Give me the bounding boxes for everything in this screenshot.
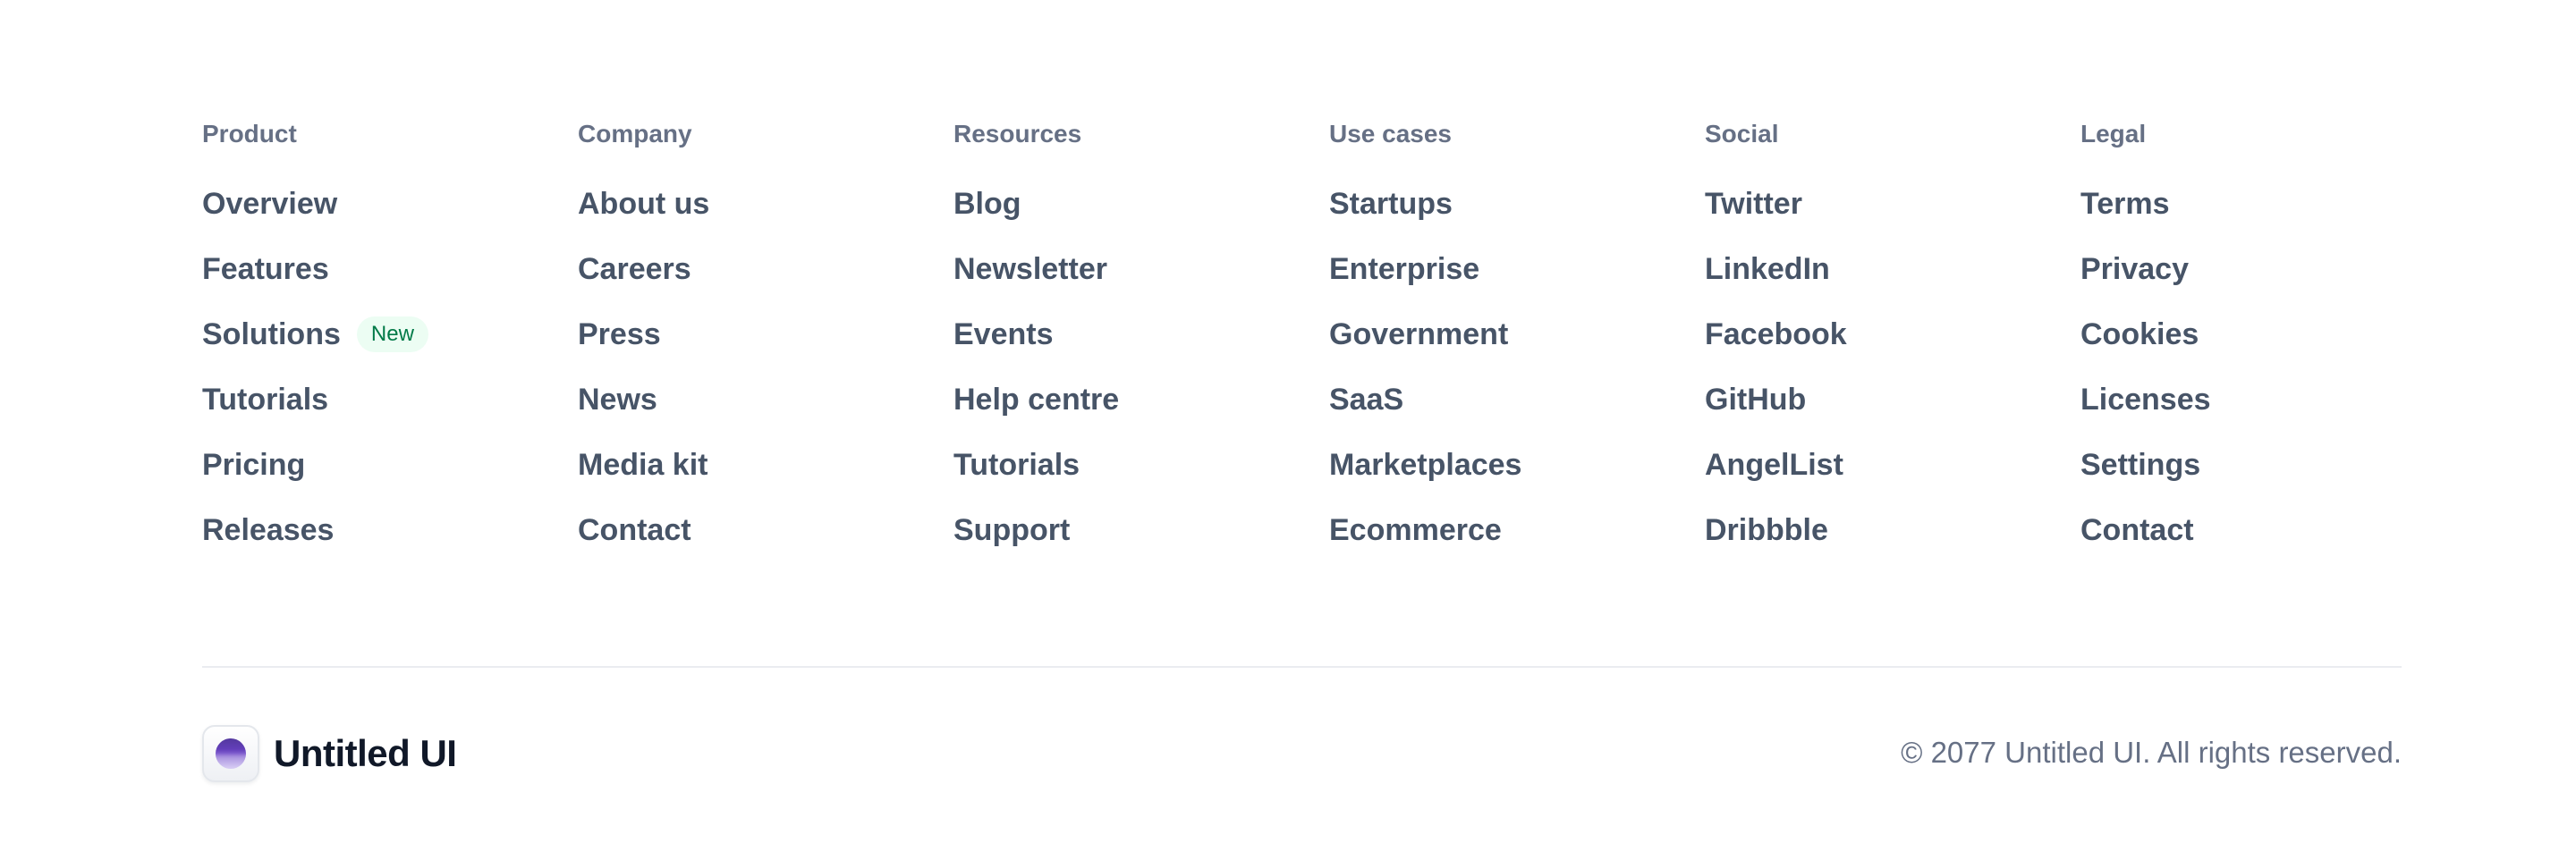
brand-home-link[interactable]: Untitled UI <box>202 723 457 784</box>
new-badge: New <box>356 316 428 352</box>
list-item: LinkedIn <box>1705 249 2080 315</box>
list-item: Tutorials <box>202 380 578 445</box>
footer-nav: Product Overview Features Solutions New T… <box>202 118 2456 576</box>
list-item: Enterprise <box>1329 249 1705 315</box>
logo-icon <box>202 725 259 782</box>
site-footer: Product Overview Features Solutions New T… <box>0 0 2576 860</box>
list-item: Twitter <box>1705 184 2080 249</box>
list-item: Government <box>1329 315 1705 380</box>
footer-column-company: Company About us Careers Press News Medi… <box>578 118 953 576</box>
brand-name: Untitled UI <box>274 732 457 774</box>
footer-link-overview[interactable]: Overview <box>202 184 337 223</box>
list-item: News <box>578 380 953 445</box>
footer-link-linkedin[interactable]: LinkedIn <box>1705 249 1830 289</box>
footer-link-press[interactable]: Press <box>578 315 661 354</box>
footer-link-contact[interactable]: Contact <box>578 510 691 550</box>
footer-link-tutorials[interactable]: Tutorials <box>202 380 328 419</box>
copyright-text: © 2077 Untitled UI. All rights reserved. <box>1901 736 2402 769</box>
footer-link-support[interactable]: Support <box>953 510 1070 550</box>
list-item: About us <box>578 184 953 249</box>
list-item: Tutorials <box>953 445 1329 510</box>
footer-link-marketplaces[interactable]: Marketplaces <box>1329 445 1521 485</box>
list-item: GitHub <box>1705 380 2080 445</box>
footer-column-product: Product Overview Features Solutions New T… <box>202 118 578 576</box>
list-item: Support <box>953 510 1329 576</box>
link-list: Startups Enterprise Government SaaS Mark… <box>1329 184 1705 576</box>
footer-link-help-centre[interactable]: Help centre <box>953 380 1119 419</box>
footer-link-enterprise[interactable]: Enterprise <box>1329 249 1479 289</box>
footer-column-resources: Resources Blog Newsletter Events Help ce… <box>953 118 1329 576</box>
list-item: Releases <box>202 510 578 576</box>
footer-link-solutions[interactable]: Solutions <box>202 315 341 354</box>
list-item: Terms <box>2080 184 2456 249</box>
list-item: SaaS <box>1329 380 1705 445</box>
footer-link-cookies[interactable]: Cookies <box>2080 315 2199 354</box>
footer-link-privacy[interactable]: Privacy <box>2080 249 2189 289</box>
footer-link-dribbble[interactable]: Dribbble <box>1705 510 1828 550</box>
footer-column-legal: Legal Terms Privacy Cookies Licenses Set… <box>2080 118 2456 576</box>
link-list: About us Careers Press News Media kit Co… <box>578 184 953 576</box>
column-heading: Resources <box>953 120 1082 148</box>
list-item: Blog <box>953 184 1329 249</box>
footer-link-news[interactable]: News <box>578 380 657 419</box>
footer-link-facebook[interactable]: Facebook <box>1705 315 1847 354</box>
footer-link-blog[interactable]: Blog <box>953 184 1021 223</box>
purple-orb-logo-icon <box>216 738 246 769</box>
link-list: Overview Features Solutions New Tutorials… <box>202 184 578 576</box>
link-list: Twitter LinkedIn Facebook GitHub AngelLi… <box>1705 184 2080 576</box>
footer-link-pricing[interactable]: Pricing <box>202 445 305 485</box>
list-item: Privacy <box>2080 249 2456 315</box>
footer-column-social: Social Twitter LinkedIn Facebook GitHub … <box>1705 118 2080 576</box>
link-list: Blog Newsletter Events Help centre Tutor… <box>953 184 1329 576</box>
footer-link-settings[interactable]: Settings <box>2080 445 2200 485</box>
footer-link-careers[interactable]: Careers <box>578 249 691 289</box>
list-item: Press <box>578 315 953 380</box>
footer-link-government[interactable]: Government <box>1329 315 1508 354</box>
footer-link-saas[interactable]: SaaS <box>1329 380 1403 419</box>
list-item: Careers <box>578 249 953 315</box>
column-heading: Social <box>1705 120 1779 148</box>
link-list: Terms Privacy Cookies Licenses Settings … <box>2080 184 2456 576</box>
list-item: Events <box>953 315 1329 380</box>
footer-link-startups[interactable]: Startups <box>1329 184 1453 223</box>
footer-link-licenses[interactable]: Licenses <box>2080 380 2211 419</box>
list-item: Dribbble <box>1705 510 2080 576</box>
footer-link-twitter[interactable]: Twitter <box>1705 184 1802 223</box>
footer-link-features[interactable]: Features <box>202 249 329 289</box>
list-item: Cookies <box>2080 315 2456 380</box>
list-item: Settings <box>2080 445 2456 510</box>
footer-link-media-kit[interactable]: Media kit <box>578 445 708 485</box>
footer-link-releases[interactable]: Releases <box>202 510 334 550</box>
column-heading: Legal <box>2080 120 2147 148</box>
footer-column-use-cases: Use cases Startups Enterprise Government… <box>1329 118 1705 576</box>
footer-link-tutorials[interactable]: Tutorials <box>953 445 1080 485</box>
list-item: Media kit <box>578 445 953 510</box>
list-item: Newsletter <box>953 249 1329 315</box>
footer-link-github[interactable]: GitHub <box>1705 380 1806 419</box>
list-item: Contact <box>2080 510 2456 576</box>
list-item: Pricing <box>202 445 578 510</box>
column-heading: Company <box>578 120 692 148</box>
column-heading: Product <box>202 120 297 148</box>
column-heading: Use cases <box>1329 120 1453 148</box>
list-item: Licenses <box>2080 380 2456 445</box>
list-item: Ecommerce <box>1329 510 1705 576</box>
footer-link-angellist[interactable]: AngelList <box>1705 445 1843 485</box>
footer-link-terms[interactable]: Terms <box>2080 184 2170 223</box>
list-item: Help centre <box>953 380 1329 445</box>
list-item: AngelList <box>1705 445 2080 510</box>
footer-link-contact[interactable]: Contact <box>2080 510 2194 550</box>
footer-divider <box>202 666 2402 668</box>
list-item: Solutions New <box>202 315 578 380</box>
list-item: Facebook <box>1705 315 2080 380</box>
list-item: Overview <box>202 184 578 249</box>
footer-link-events[interactable]: Events <box>953 315 1054 354</box>
list-item: Startups <box>1329 184 1705 249</box>
list-item: Features <box>202 249 578 315</box>
footer-link-ecommerce[interactable]: Ecommerce <box>1329 510 1502 550</box>
list-item: Marketplaces <box>1329 445 1705 510</box>
footer-link-newsletter[interactable]: Newsletter <box>953 249 1107 289</box>
footer-link-about-us[interactable]: About us <box>578 184 709 223</box>
list-item: Contact <box>578 510 953 576</box>
